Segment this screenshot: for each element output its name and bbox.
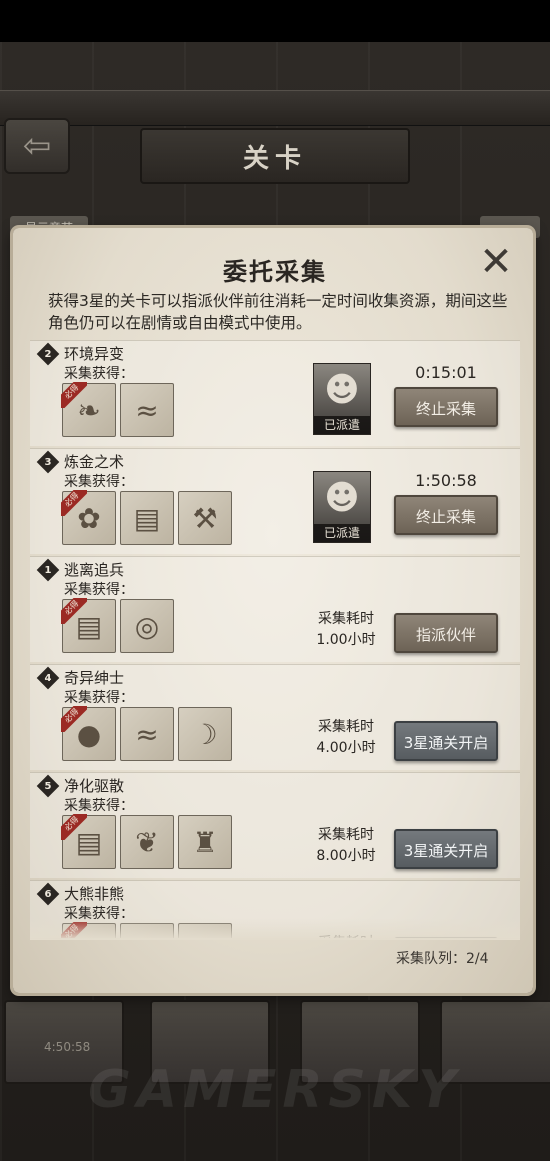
collection-cost: 采集耗时 8.00小时 [296,825,396,867]
face-icon: ☻ [324,370,360,410]
level-number: 1 [44,564,52,575]
dispatched-label: 已派遣 [314,416,370,434]
blond-man-portrait: ☻ 已派遣 [313,471,371,543]
level-name: 炼金之术 [64,453,125,471]
countdown-timer: 1:50:58 [415,471,477,490]
collection-cost: 采集耗时 1.00小时 [296,609,396,651]
planks-icon[interactable]: ▤必得 [61,814,116,869]
collection-entry: 3 炼金之术采集获得： ✿ 必得 ▤ ⚒ ☻ 已派遣 1:50:58 终止采集 [30,448,520,554]
planks-icon[interactable]: ▤ [120,491,174,545]
watermark: GAMERSKY [88,1060,462,1120]
header-sign: 关卡 [140,128,410,184]
assign-partner-button[interactable]: 指派伙伴 [394,613,498,653]
level-name: 奇异绅士 [64,669,125,687]
stop-collect-button[interactable]: 终止采集 [394,495,498,535]
level-name: 净化驱散 [64,777,125,795]
collection-entry: 1 逃离追兵采集获得： ▤ 必得 ◎ 采集耗时 1.00小时 指派伙伴 [30,556,520,662]
gain-label: 采集获得： [64,366,134,382]
level-number-badge: 2 [36,342,60,365]
bow-icon[interactable]: ☽ [178,707,232,761]
coins-icon[interactable]: ◎ [120,599,174,653]
guaranteed-tag: 必得 [61,490,87,516]
entry-title: 2 环境异变 [36,342,125,365]
cost-value: 1.00小时 [316,632,376,648]
herb-icon[interactable]: ✿ 必得 [61,490,116,545]
gain-label: 采集获得： [64,690,134,706]
reward-items: ▤ 必得 ◎ [61,598,174,653]
status-bar [0,0,550,42]
guaranteed-tag: 必得 [61,598,87,624]
queue-status: 采集队列：2/4 [396,951,489,967]
planks-icon[interactable]: ▤必得 [61,598,116,653]
level-number-badge: 1 [36,558,60,581]
panel-title: 委托采集 [223,258,327,286]
collection-list[interactable]: 2 环境异变 采集获得： ❧ 必得 ≈ ☻ 已派遣 0:15:01 终止采集 3 炼金之术 采集获得： ✿… [30,340,520,938]
entry-title: 4 奇异绅士 [36,666,125,689]
cost-value: 8.00小时 [316,848,376,864]
fish-icon[interactable]: ≈ [120,383,174,437]
reward-items: ✿ 必得 ▤ ⚒ [61,490,232,545]
reward-items: ▤必得❦♜ [61,814,232,869]
back-button[interactable]: ⇦ [4,118,70,174]
entry-title: 5 净化驱散 [36,774,125,797]
cost-label: 采集耗时 [318,719,374,735]
bottle-icon[interactable]: ♜ [178,815,232,869]
guaranteed-tag: 必得 [61,706,87,732]
level-name: 环境异变 [64,345,125,363]
entry-title: 6 大熊非熊 [36,882,125,905]
reward-items: ❧ 必得 ≈ [61,382,174,437]
entry-title: 1 逃离追兵 [36,558,125,581]
level-number: 3 [44,456,52,467]
fish-icon[interactable]: ≈ [120,707,174,761]
level-number: 2 [44,348,52,359]
unlock-3star-button[interactable]: 3星通关开启 [394,721,498,761]
gain-label: 采集获得： [64,798,134,814]
arrow-left-icon: ⇦ [22,126,52,166]
level-number-badge: 6 [36,882,60,905]
countdown-timer: 0:15:01 [415,363,477,382]
level-number: 5 [44,780,52,791]
cost-label: 采集耗时 [318,611,374,627]
dispatched-label: 已派遣 [314,524,370,542]
guaranteed-tag: 必得 [61,382,87,408]
stop-collect-button[interactable]: 终止采集 [394,387,498,427]
level-number-badge: 3 [36,450,60,473]
level-name: 大熊非熊 [64,885,125,903]
leaf-icon[interactable]: ❦ [120,815,174,869]
wood-bundle-icon[interactable]: ❧ 必得 [61,382,116,437]
gain-label: 采集获得： [64,582,134,598]
cost-value: 4.00小时 [316,740,376,756]
background-timer: 4:50:58 [44,1040,91,1054]
level-name: 逃离追兵 [64,561,125,579]
level-number-badge: 5 [36,774,60,797]
level-number: 6 [44,888,52,899]
panel-description: 获得3星的关卡可以指派伙伴前往消耗一定时间收集资源，期间这些角色仍可以在剧情或自… [48,292,508,332]
gain-label: 采集获得： [64,474,134,490]
collection-entry: 5 净化驱散采集获得： ▤ 必得 ❦ ♜ 采集耗时 8.00小时 3星通关开启 [30,772,520,878]
axe-icon[interactable]: ⚒ [178,491,232,545]
collection-cost: 采集耗时 4.00小时 [296,717,396,759]
level-number: 4 [44,672,52,683]
reward-items: ● 必得 ≈ ☽ [61,706,232,761]
face-icon: ☻ [324,478,360,518]
guaranteed-tag: 必得 [61,814,87,840]
collection-entry: 2 环境异变采集获得： ❧ 必得 ≈ ☻ 已派遣 0:15:01 终止采集 [30,340,520,446]
collection-entry: 4 奇异绅士采集获得： ● 必得 ≈ ☽ 采集耗时 4.00小时 3星通关开启 [30,664,520,770]
list-fade [30,918,520,940]
level-number-badge: 4 [36,666,60,689]
bearded-man-portrait: ☻ 已派遣 [313,363,371,435]
fruit-icon[interactable]: ● 必得 [61,706,116,761]
page-title: 关卡 [242,143,307,174]
wood-plank [0,90,550,126]
cost-label: 采集耗时 [318,827,374,843]
entry-title: 3 炼金之术 [36,450,125,473]
unlock-3star-button[interactable]: 3星通关开启 [394,829,498,869]
